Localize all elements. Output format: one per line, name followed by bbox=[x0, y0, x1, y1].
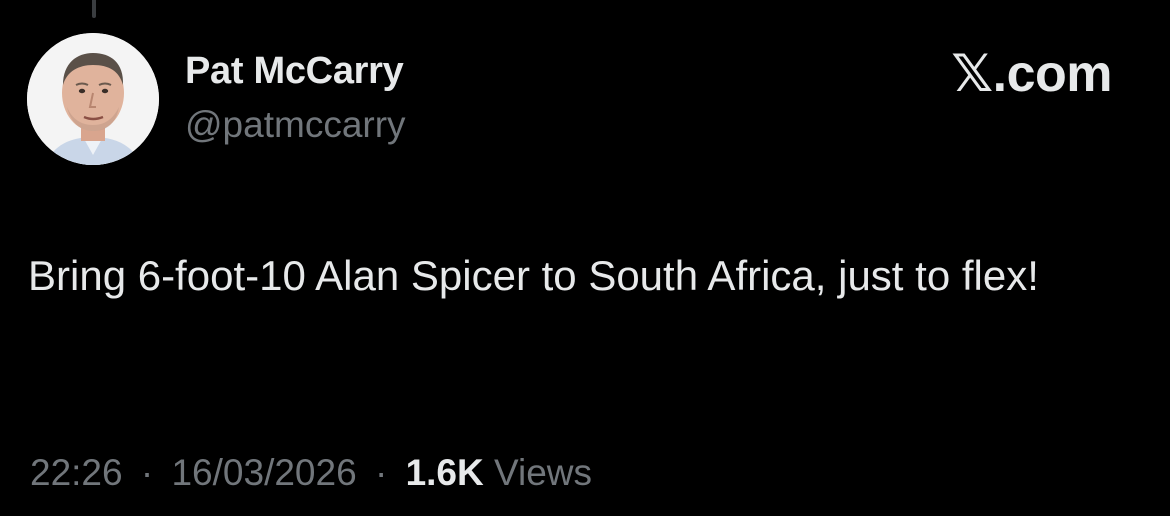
tweet-time[interactable]: 22:26 bbox=[30, 452, 123, 493]
meta-separator-2: · bbox=[374, 452, 388, 493]
profile-photo-avatar-icon bbox=[27, 33, 159, 165]
x-logo-icon: 𝕏.com bbox=[951, 45, 1112, 103]
views-count[interactable]: 1.6K bbox=[406, 452, 484, 493]
author-display-name[interactable]: Pat McCarry bbox=[185, 50, 404, 93]
views-label: Views bbox=[494, 452, 593, 493]
avatar[interactable] bbox=[27, 33, 159, 165]
author-handle[interactable]: @patmccarry bbox=[185, 104, 406, 146]
tweet-text: Bring 6-foot-10 Alan Spicer to South Afr… bbox=[28, 252, 1039, 299]
meta-separator: · bbox=[140, 452, 154, 493]
tweet-date[interactable]: 16/03/2026 bbox=[171, 452, 356, 493]
thread-connector-line bbox=[92, 0, 96, 18]
tweet-meta: 22:26 · 16/03/2026 · 1.6K Views bbox=[30, 452, 592, 494]
